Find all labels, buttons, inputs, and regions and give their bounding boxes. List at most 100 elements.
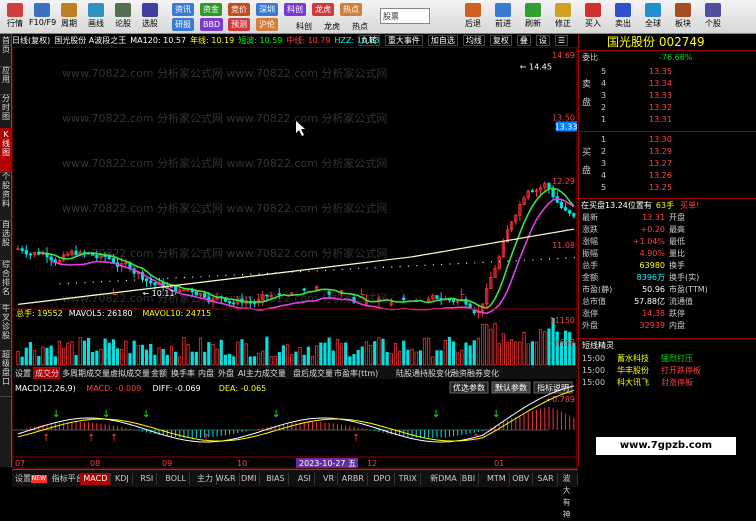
volume-tab[interactable]: 外盘 (218, 368, 234, 378)
indicator-tab[interactable]: W&R (213, 473, 240, 485)
buy-level-price: 13.29 (649, 147, 672, 156)
volume-tab[interactable]: 换手率 (171, 368, 195, 378)
indicator-tab[interactable]: 新DMA (427, 473, 461, 485)
indicator-tab[interactable]: BOLL (162, 473, 190, 485)
left-tab[interactable]: 牛叉诊股 (0, 302, 12, 351)
chart-tool-button[interactable]: 叠 (516, 35, 531, 46)
stat-label: 市盈(静) (582, 285, 613, 294)
indicator-tab[interactable]: MTM (484, 473, 510, 485)
back-icon (465, 3, 481, 17)
volume-tab[interactable]: 设置 (15, 368, 31, 378)
stock-button[interactable]: 个股 (700, 2, 726, 32)
correct-button[interactable]: 修正 (550, 2, 576, 32)
left-tab[interactable]: 个股资料 (0, 170, 12, 221)
volume-tab[interactable]: 虚拟成交量 (110, 368, 150, 378)
left-tab[interactable]: 自选股 (0, 218, 12, 261)
quick-label[interactable]: 龙虎 (324, 21, 340, 32)
quick-button-bottom[interactable]: BBD (200, 18, 224, 31)
quick-label[interactable]: 热点 (352, 21, 368, 32)
sell-level-row[interactable]: 3 13.33 (579, 90, 756, 101)
volume-tab[interactable]: 盘后成交量 (293, 368, 333, 378)
period-button[interactable]: 周期 (56, 2, 82, 32)
quick-button-top[interactable]: 竞价 (228, 3, 250, 16)
indicator-tab[interactable]: KDJ (112, 473, 133, 485)
volume-tab[interactable]: 陆股通持股变化 (396, 368, 452, 378)
left-tab[interactable]: 综合排名 (0, 258, 12, 305)
chart-tool-button[interactable]: 复权 (489, 35, 512, 46)
quick-button-top[interactable]: 热点 (340, 3, 362, 16)
short-elf-row[interactable]: 15:00 蓄水科技 猛烈打压 (579, 353, 756, 364)
sell-button[interactable]: 卖出 (610, 2, 636, 32)
volume-tab[interactable]: 成交分 (35, 368, 59, 378)
chart-tool-button[interactable]: 均线 (462, 35, 485, 46)
volume-bar (24, 347, 28, 366)
quick-button-bottom[interactable]: 预测 (228, 18, 250, 31)
volume-tab[interactable]: 金额 (151, 368, 167, 378)
buy-level-row[interactable]: 2 13.29 (579, 146, 756, 157)
left-tab[interactable]: 分时图 (0, 92, 12, 131)
volume-bar (78, 337, 82, 366)
volume-tab[interactable]: AI主力成交量 (238, 368, 286, 378)
indicator-tab[interactable]: 波大有神 (560, 473, 578, 519)
chart-tool-button[interactable]: ☰ (554, 35, 568, 46)
sell-level-row[interactable]: 5 13.35 (579, 66, 756, 77)
chart-tool-button[interactable]: 重大事件 (384, 35, 423, 46)
quick-button-top[interactable]: 资讯 (172, 3, 194, 16)
draw-button[interactable]: 画线 (83, 2, 109, 32)
sell-level-row[interactable]: 4 13.34 (579, 78, 756, 89)
indicator-tab[interactable]: RSI (137, 473, 158, 485)
buy-level-row[interactable]: 5 13.25 (579, 182, 756, 193)
select-stock-button[interactable]: 选股 (137, 2, 163, 32)
chart-tool-button[interactable]: 九转 (357, 35, 380, 46)
indicator-tab[interactable]: OBV (509, 473, 534, 485)
f10-button[interactable]: F10/F9 (29, 2, 56, 32)
quick-label[interactable]: 科创 (296, 21, 312, 32)
indicator-tab[interactable]: ASI (295, 473, 315, 485)
forward-button[interactable]: 前进 (490, 2, 516, 32)
buy-level-row[interactable]: 3 13.27 (579, 158, 756, 169)
sector-button[interactable]: 板块 (670, 2, 696, 32)
indicator-tab[interactable]: VR (320, 473, 339, 485)
left-tab[interactable]: 应用 (0, 64, 12, 95)
indicator-tab[interactable]: MACD (80, 473, 112, 485)
indicator-tab[interactable]: ARBR (339, 473, 368, 485)
volume-tab[interactable]: 融资融券变化 (451, 368, 499, 378)
kline-chart[interactable]: www.70822.com 分析家公式网 www.70822.com 分析家公式… (12, 47, 578, 469)
volume-tab[interactable]: 多周期成交量 (62, 368, 110, 378)
quick-button-top[interactable]: 科创 (284, 3, 306, 16)
chart-tool-button[interactable]: 设 (535, 35, 550, 46)
refresh-button[interactable]: 刷新 (520, 2, 546, 32)
volume-bar (327, 337, 331, 366)
short-elf-row[interactable]: 15:00 科大讯飞 封涨停板 (579, 377, 756, 388)
sell-level-row[interactable]: 2 13.32 (579, 102, 756, 113)
stock-search-input[interactable]: 股票 (380, 8, 430, 24)
discuss-button[interactable]: 论股 (110, 2, 136, 32)
indicator-tab[interactable]: BBI (459, 473, 480, 485)
indicator-tab[interactable]: BIAS (263, 473, 289, 485)
quick-button-top[interactable]: 深圳 (256, 3, 278, 16)
indicator-tab[interactable]: TRIX (396, 473, 421, 485)
indicator-tab[interactable]: SAR (534, 473, 558, 485)
indicator-tab[interactable]: DPO (370, 473, 395, 485)
global-button[interactable]: 全球 (640, 2, 666, 32)
quick-button-bottom[interactable]: 研报 (172, 18, 194, 31)
left-tab[interactable]: 首页 (0, 34, 12, 67)
left-tab-char: 资 (2, 190, 10, 199)
left-tab[interactable]: K线图 (0, 128, 12, 173)
chart-tool-button[interactable]: 加自选 (427, 35, 458, 46)
left-tab[interactable]: 超级盘口 (0, 348, 12, 397)
buy-level-row[interactable]: 4 13.26 (579, 170, 756, 181)
volume-tab[interactable]: 内盘 (198, 368, 214, 378)
indicator-tab[interactable]: DMI (238, 473, 261, 485)
sell-level-row[interactable]: 1 13.31 (579, 114, 756, 125)
quick-button-top[interactable]: 龙虎 (312, 3, 334, 16)
quote-button[interactable]: 行情 (2, 2, 28, 32)
volume-info: MAVOL5: 26180 (69, 309, 133, 318)
buy-button[interactable]: 买入 (580, 2, 606, 32)
volume-tab[interactable]: 市盈率(ttm) (334, 368, 378, 378)
buy-level-row[interactable]: 1 13.30 (579, 134, 756, 145)
short-elf-row[interactable]: 15:00 华丰股份 打开跌停板 (579, 365, 756, 376)
back-button[interactable]: 后退 (460, 2, 486, 32)
quick-button-bottom[interactable]: 沪伦 (256, 18, 278, 31)
quick-button-top[interactable]: 资金 (200, 3, 222, 16)
